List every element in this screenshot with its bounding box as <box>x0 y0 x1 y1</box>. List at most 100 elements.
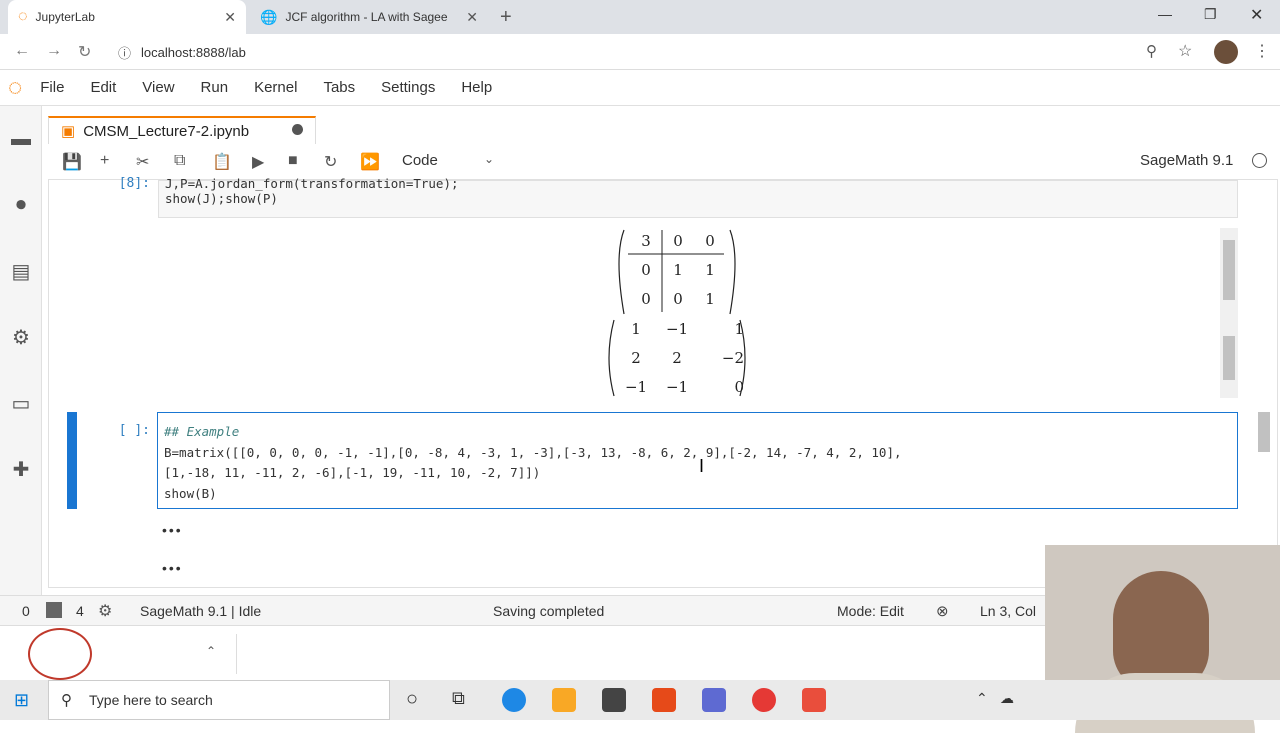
status-message: Saving completed <box>493 602 605 619</box>
logo-icon <box>28 628 92 680</box>
info-icon[interactable]: ⓘ <box>118 43 131 62</box>
matrix-entry: 3 <box>641 232 651 250</box>
close-icon[interactable]: ✕ <box>466 9 478 26</box>
task-view-icon[interactable]: ⧉ <box>452 688 465 709</box>
matrix-entry: 0 <box>641 261 651 279</box>
matrix-entry: 1 <box>705 290 715 308</box>
collapsed-output[interactable]: ••• <box>162 522 183 538</box>
gear-icon[interactable]: ⚙ <box>98 601 112 621</box>
taskbar-search[interactable]: ⚲ Type here to search <box>48 680 390 720</box>
notebook-scrollbar-thumb[interactable] <box>1258 412 1270 452</box>
menu-tabs[interactable]: Tabs <box>323 79 355 96</box>
run-icon[interactable]: ▶ <box>252 152 264 172</box>
window-close-icon[interactable]: ✕ <box>1250 5 1263 25</box>
status-count[interactable]: 0 <box>22 603 30 619</box>
recorder-icon[interactable] <box>802 688 826 712</box>
network-icon[interactable]: ☁ <box>1000 690 1014 707</box>
restart-icon[interactable]: ↻ <box>324 152 337 172</box>
url-field[interactable]: ⓘ localhost:8888/lab <box>108 40 1168 64</box>
extension-icon[interactable]: ✚ <box>8 456 34 482</box>
browser-tab-jupyterlab[interactable]: ◌ JupyterLab ✕ <box>8 0 246 34</box>
cut-icon[interactable]: ✂ <box>136 152 149 172</box>
more-icon[interactable]: ⋮ <box>1254 41 1270 61</box>
menu-edit[interactable]: Edit <box>90 79 116 96</box>
mail-icon[interactable] <box>602 688 626 712</box>
new-tab-icon[interactable]: + <box>500 6 512 29</box>
kernel-name[interactable]: SageMath 9.1 <box>1140 152 1233 169</box>
download-bar: ⌃ <box>0 625 1045 680</box>
status-count[interactable]: 4 <box>76 603 84 619</box>
menu-run[interactable]: Run <box>201 79 229 96</box>
matrix-entry: 0 <box>641 290 651 308</box>
chevron-down-icon[interactable]: ⌄ <box>484 152 494 166</box>
output-scrollbar[interactable] <box>1220 228 1238 398</box>
restore-icon[interactable]: ❐ <box>1204 6 1217 23</box>
add-cell-icon[interactable]: + <box>100 152 109 170</box>
x-circle-icon[interactable]: ⊗ <box>936 602 949 620</box>
matrix-entry: 1 <box>734 320 744 338</box>
cell-type-select[interactable]: Code <box>402 152 438 169</box>
cursor-position[interactable]: Ln 3, Col <box>980 603 1036 619</box>
back-icon[interactable]: ← <box>14 42 30 60</box>
terminal-icon[interactable] <box>46 602 62 618</box>
chevron-up-icon[interactable]: ⌃ <box>206 644 216 658</box>
minimize-icon[interactable]: — <box>1158 6 1172 22</box>
reload-icon[interactable]: ↻ <box>78 42 91 62</box>
gear-icon[interactable]: ⚙ <box>8 324 34 350</box>
office-icon[interactable] <box>652 688 676 712</box>
tab-notebook[interactable]: ▣ CMSM_Lecture7-2.ipynb <box>48 116 316 144</box>
matrix-entry: 2 <box>672 349 682 367</box>
kernel-status[interactable]: SageMath 9.1 | Idle <box>140 603 261 619</box>
notebook-tab-label: CMSM_Lecture7-2.ipynb <box>83 122 250 140</box>
collapsed-output[interactable]: ••• <box>162 560 183 576</box>
cell-prompt: [ ]: <box>118 423 150 438</box>
menu-kernel[interactable]: Kernel <box>254 79 297 96</box>
cell-output: 300 011 001 1 −1 1 2 2 −2 −1 −1 0 <box>606 226 756 397</box>
matrix-entry: 2 <box>631 349 641 367</box>
copy-icon[interactable]: ⧉ <box>174 152 185 170</box>
notebook-toolbar: 💾 + ✂ ⧉ 📋 ▶ ■ ↻ ⏩ Code ⌄ SageMath 9.1 <box>48 144 1278 180</box>
matrix-j: 3 0 0 0 1 1 0 0 1 <box>630 232 726 319</box>
browser-tab-label: JupyterLab <box>35 10 95 24</box>
file-explorer-icon[interactable] <box>552 688 576 712</box>
save-icon[interactable]: 💾 <box>62 152 82 172</box>
code-cell-input[interactable]: J,P=A.jordan_form(transformation=True); … <box>158 176 1238 218</box>
code-line: show(B) <box>164 485 217 501</box>
matrix-entry: 1 <box>705 261 715 279</box>
active-cell-indicator <box>67 412 77 509</box>
menu-file[interactable]: File <box>40 79 64 96</box>
matrix-entry: −1 <box>665 378 689 396</box>
chrome-icon[interactable] <box>752 688 776 712</box>
code-cell-input[interactable]: ## Example B=matrix([[0, 0, 0, 0, -1, -1… <box>157 412 1238 509</box>
tabs-icon[interactable]: ▭ <box>8 390 34 416</box>
browser-tab-jcf[interactable]: 🌐 JCF algorithm - LA with Sagee ✕ <box>250 0 488 34</box>
running-icon[interactable]: ⏺ <box>8 192 34 218</box>
star-icon[interactable]: ☆ <box>1178 41 1192 61</box>
chevron-up-icon[interactable]: ⌃ <box>976 690 988 707</box>
editor-mode: Mode: Edit <box>837 602 904 619</box>
unsaved-dot-icon[interactable] <box>292 124 303 135</box>
url-text: localhost:8888/lab <box>141 44 246 60</box>
matrix-p: 1 −1 1 2 2 −2 −1 −1 0 <box>618 320 744 407</box>
app-icon[interactable] <box>702 688 726 712</box>
windows-icon[interactable]: ⊞ <box>14 690 29 711</box>
avatar[interactable] <box>1214 40 1238 64</box>
scrollbar-thumb[interactable] <box>1223 240 1235 300</box>
matrix-entry: 0 <box>673 232 683 250</box>
matrix-entry: 0 <box>673 290 683 308</box>
menu-view[interactable]: View <box>142 79 174 96</box>
matrix-entry: 0 <box>734 378 744 396</box>
scrollbar-thumb[interactable] <box>1223 336 1235 380</box>
text-cursor-icon: I <box>699 456 705 476</box>
menu-settings[interactable]: Settings <box>381 79 435 96</box>
forward-icon[interactable]: → <box>46 42 62 60</box>
close-icon[interactable]: ✕ <box>224 9 236 26</box>
menu-help[interactable]: Help <box>461 79 492 96</box>
edge-icon[interactable] <box>502 688 526 712</box>
folder-icon[interactable]: ▬ <box>8 126 34 152</box>
cortana-icon[interactable]: ○ <box>406 688 418 711</box>
paste-icon[interactable]: 📋 <box>212 152 232 172</box>
stop-icon[interactable]: ■ <box>288 152 298 170</box>
commands-icon[interactable]: ▤ <box>8 258 34 284</box>
fast-forward-icon[interactable]: ⏩ <box>360 152 380 172</box>
